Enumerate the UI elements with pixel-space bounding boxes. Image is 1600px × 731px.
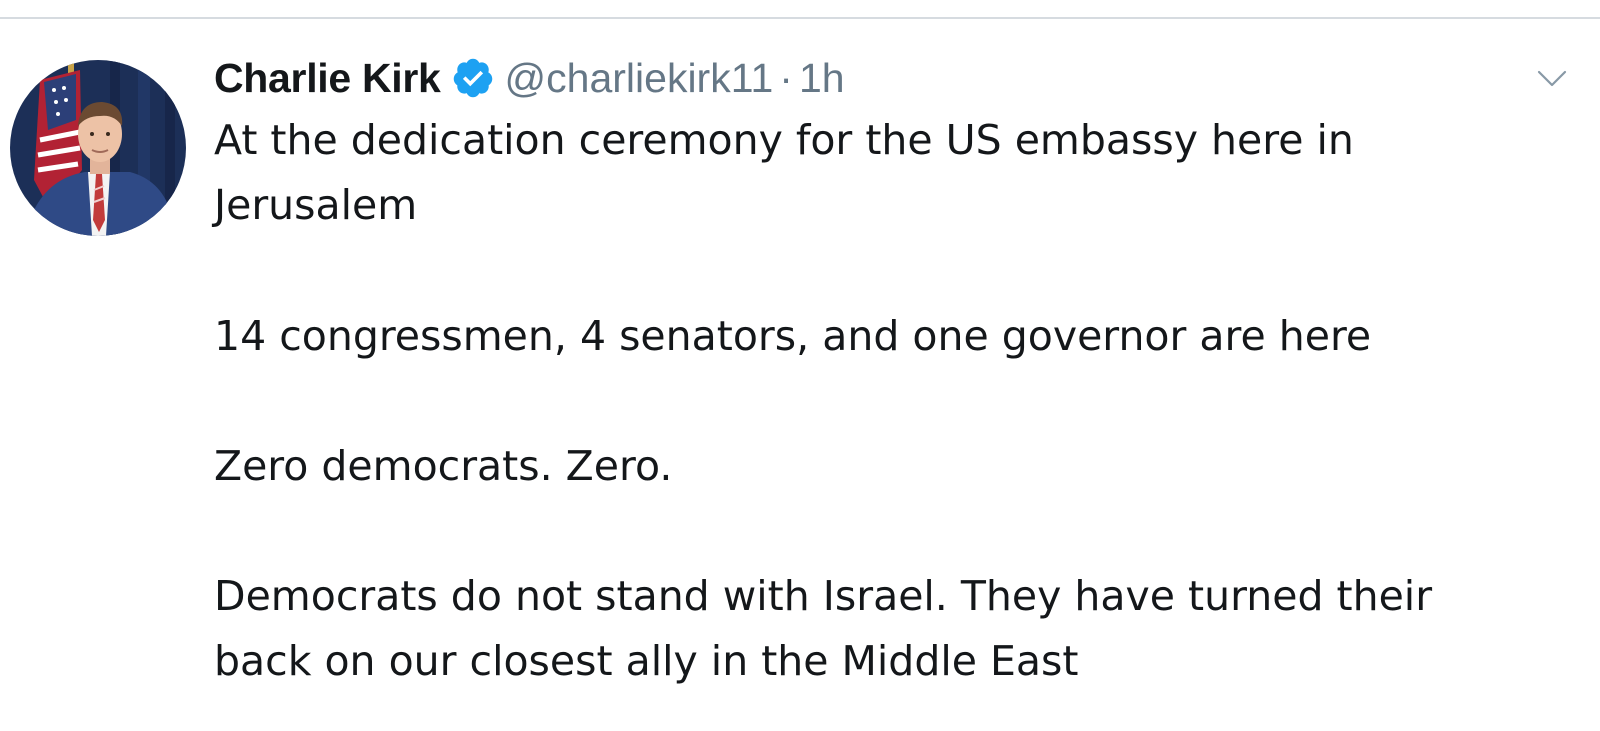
tweet-header: Charlie Kirk @charliekirk11 · 1h [214,52,845,104]
author-handle[interactable]: @charliekirk11 [505,55,774,102]
avatar-image [10,60,186,236]
chevron-down-icon[interactable] [1536,68,1568,90]
author-display-name[interactable]: Charlie Kirk [214,55,441,102]
tweet-paragraph: At the dedication ceremony for the US em… [214,116,1354,229]
tweet-paragraph: Zero democrats. Zero. [214,442,673,490]
tweet-text: At the dedication ceremony for the US em… [214,108,1594,731]
tweet-timestamp[interactable]: 1h [799,55,845,102]
tweet-paragraph: Democrats do not stand with Israel. They… [214,572,1433,685]
tweet-paragraph: 14 congressmen, 4 senators, and one gove… [214,312,1372,360]
avatar[interactable] [10,60,186,236]
verified-badge-icon [451,56,495,100]
header-separator: · [779,54,793,101]
top-divider [0,17,1600,19]
